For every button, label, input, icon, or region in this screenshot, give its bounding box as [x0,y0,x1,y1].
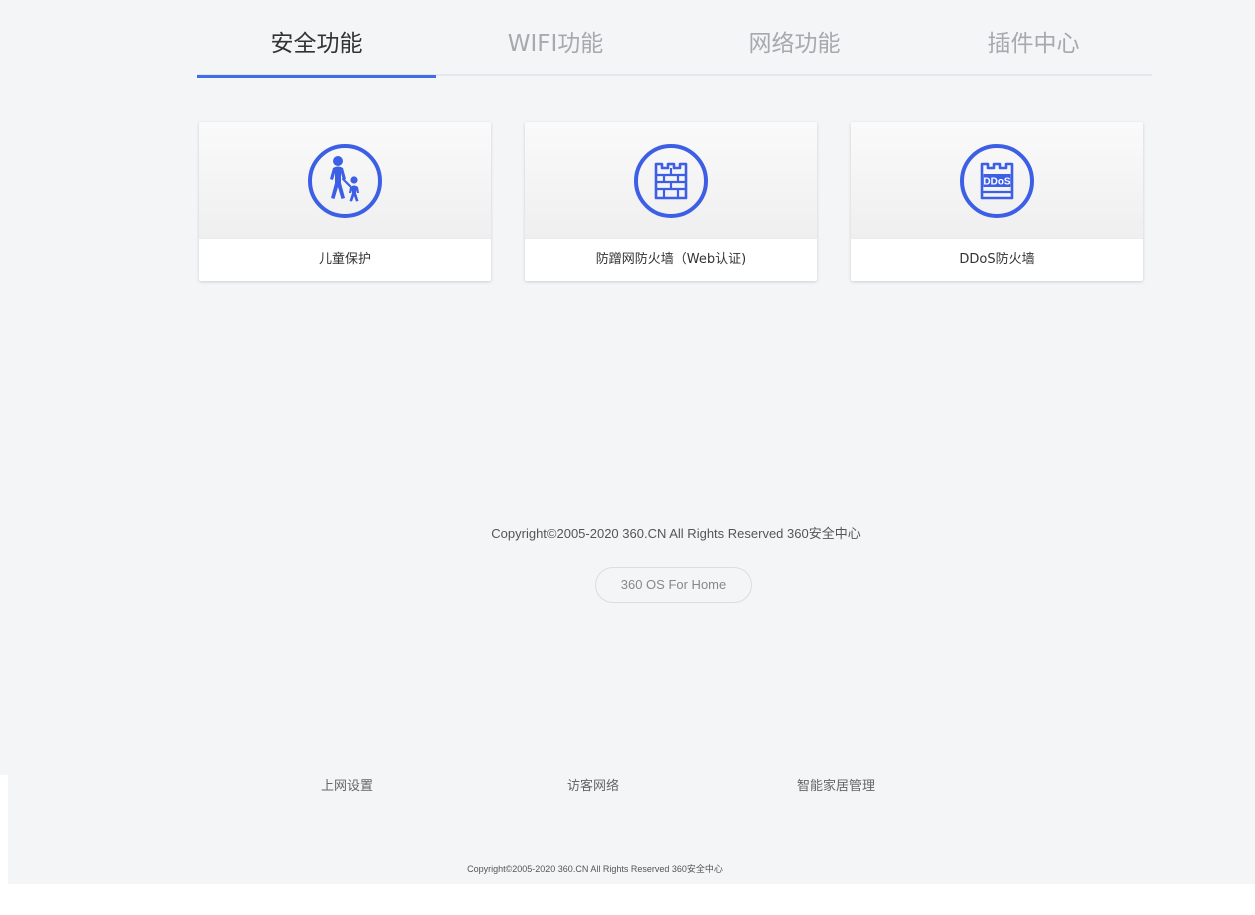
card-anti-leech-firewall[interactable]: 防蹭网防火墙（Web认证) [525,122,817,281]
tab-plugin-center-label: 插件中心 [987,31,1080,57]
child-protection-icon [308,144,382,218]
tab-security-label: 安全功能 [270,31,363,57]
bottom-copyright: Copyright©2005-2020 360.CN All Rights Re… [467,864,723,874]
card-anti-leech-firewall-label: 防蹭网防火墙（Web认证) [595,252,747,267]
card-child-protection[interactable]: 儿童保护 [199,122,491,281]
card-ddos-firewall-label: DDoS防火墙 [959,252,1035,267]
card-child-protection-label: 儿童保护 [318,252,371,267]
card-icon-area [199,122,491,239]
tab-wifi[interactable]: WIFI功能 [436,14,675,76]
tab-network-label: 网络功能 [748,31,841,57]
bottom-link-smart-home[interactable]: 智能家居管理 [797,775,875,794]
bottom-edge-strip [0,884,1255,915]
firewall-icon [634,144,708,218]
feature-tabs: 安全功能 WIFI功能 网络功能 插件中心 [197,14,1153,78]
card-icon-area: DDoS [851,122,1143,239]
card-icon-area [525,122,817,239]
bottom-link-guest-network[interactable]: 访客网络 [567,775,619,794]
card-ddos-firewall[interactable]: DDoS DDoS防火墙 [851,122,1143,281]
ddos-firewall-icon: DDoS [960,144,1034,218]
bottom-link-internet-settings[interactable]: 上网设置 [321,775,373,794]
ddos-icon-text: DDoS [983,177,1011,188]
active-tab-underline [197,75,436,78]
tab-plugin-center[interactable]: 插件中心 [914,14,1153,76]
tab-wifi-label: WIFI功能 [507,31,604,57]
footer-copyright: Copyright©2005-2020 360.CN All Rights Re… [491,526,861,541]
tab-network[interactable]: 网络功能 [675,14,914,76]
os-badge: 360 OS For Home [595,567,752,603]
tab-security[interactable]: 安全功能 [197,14,436,78]
